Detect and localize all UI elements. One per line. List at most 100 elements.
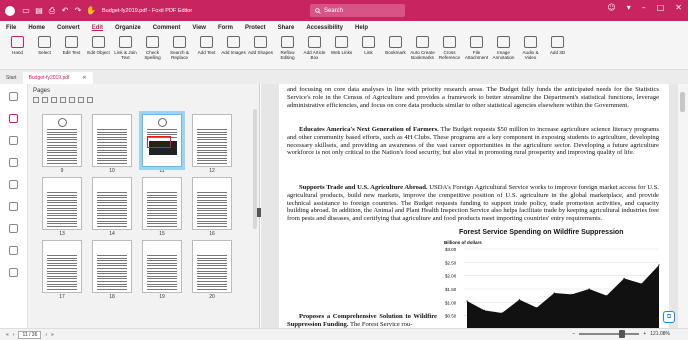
web-links-button[interactable]: Web Links <box>328 34 355 68</box>
select-button[interactable]: Select <box>31 34 58 68</box>
last-page-icon[interactable]: » <box>51 332 54 338</box>
cross-reference-button[interactable]: Cross Reference <box>436 34 463 68</box>
minimize-icon[interactable]: – <box>642 3 646 12</box>
document-view[interactable]: and focusing on core data analyses in li… <box>261 84 678 328</box>
thumbnail-text-line <box>97 210 127 212</box>
edit-text-button[interactable]: Edit Text <box>58 34 85 68</box>
chat-assistant-icon[interactable]: ⧉ <box>663 311 675 323</box>
rotate-right-icon[interactable] <box>69 97 75 103</box>
destinations-icon[interactable] <box>9 268 18 277</box>
comments-icon[interactable] <box>9 136 18 145</box>
add-3d-button[interactable]: Add 3D <box>544 34 571 68</box>
thumbnail-text-line <box>197 155 227 156</box>
tab-start[interactable]: Start <box>0 72 23 84</box>
page-number-field[interactable]: 11 / 36 <box>18 330 42 339</box>
image-annotation-button[interactable]: Image Annotation <box>490 34 517 68</box>
viewport-indicator[interactable] <box>147 136 171 148</box>
next-page-icon[interactable]: › <box>45 332 47 338</box>
insert-page-icon[interactable] <box>42 97 48 103</box>
page-options-icon[interactable] <box>33 97 39 103</box>
menu-file[interactable]: File <box>6 25 16 31</box>
add-images-button[interactable]: Add Images <box>220 34 247 68</box>
ribbon-toggle-icon[interactable]: ▾ <box>627 3 631 12</box>
page-thumbnail-image <box>192 114 232 167</box>
content-icon[interactable] <box>9 246 18 255</box>
menu-accessibility[interactable]: Accessibility <box>306 25 343 31</box>
save-icon[interactable]: ▤ <box>34 6 44 15</box>
zoom-level[interactable]: 121.08% <box>650 331 670 337</box>
delete-page-icon[interactable] <box>51 97 57 103</box>
hand-button[interactable]: Hand <box>4 34 31 68</box>
thumbnail-text-line <box>97 257 127 259</box>
file-attachment-button[interactable]: File Attachment <box>463 34 490 68</box>
document-scroll-thumb[interactable] <box>680 92 685 112</box>
zoom-in-icon[interactable]: + <box>643 331 646 337</box>
seal-icon <box>58 118 67 127</box>
bookmarks-icon[interactable] <box>9 92 18 101</box>
menu-form[interactable]: Form <box>218 25 233 31</box>
replace-page-icon[interactable] <box>87 97 93 103</box>
layers-icon[interactable] <box>9 158 18 167</box>
page-thumbnail[interactable]: 17 <box>42 240 86 300</box>
menu-edit[interactable]: Edit <box>92 25 103 31</box>
menu-share[interactable]: Share <box>278 25 295 31</box>
account-icon[interactable]: ☺ <box>607 3 615 12</box>
hand-tool-icon[interactable]: ✋ <box>86 6 96 15</box>
search-input[interactable]: Search <box>310 4 405 17</box>
link-join-button[interactable]: Link & Join Text <box>112 34 139 68</box>
first-page-icon[interactable]: « <box>6 332 9 338</box>
zoom-out-icon[interactable]: − <box>572 331 575 337</box>
document-scrollbar[interactable] <box>678 84 688 328</box>
page-thumbnail[interactable]: 19 <box>142 240 186 300</box>
security-icon[interactable] <box>9 202 18 211</box>
pages-icon[interactable] <box>9 114 18 123</box>
zoom-slider-knob[interactable] <box>619 330 626 338</box>
rotate-left-icon[interactable] <box>60 97 66 103</box>
menu-protect[interactable]: Protect <box>245 25 266 31</box>
zoom-slider[interactable] <box>579 330 640 338</box>
page-thumbnail[interactable]: 16 <box>192 177 236 237</box>
tab-document[interactable]: Budget-fy2019.pdf ✕ <box>22 72 93 84</box>
page-thumbnail[interactable]: 9 <box>42 114 86 174</box>
open-icon[interactable]: ▭ <box>21 6 31 15</box>
edit-object-button[interactable]: Edit Object <box>85 34 112 68</box>
add-shapes-button[interactable]: Add Shapes <box>247 34 274 68</box>
page-thumbnail[interactable]: 15 <box>142 177 186 237</box>
thumbnail-text-line <box>197 139 227 141</box>
menu-convert[interactable]: Convert <box>57 25 80 31</box>
reflow-button[interactable]: Reflow Editing <box>274 34 301 68</box>
attachments-icon[interactable] <box>9 180 18 189</box>
page-thumbnail[interactable]: 18 <box>92 240 136 300</box>
menu-help[interactable]: Help <box>355 25 368 31</box>
menu-view[interactable]: View <box>192 25 206 31</box>
maximize-icon[interactable]: □ <box>657 3 665 12</box>
menu-home[interactable]: Home <box>28 25 45 31</box>
page-thumbnail[interactable]: 12 <box>192 114 236 174</box>
redo-icon[interactable]: ↷ <box>73 6 83 15</box>
extract-page-icon[interactable] <box>78 97 84 103</box>
prev-page-icon[interactable]: ‹ <box>13 332 15 338</box>
page-thumbnail[interactable]: 20 <box>192 240 236 300</box>
tab-close-icon[interactable]: ✕ <box>82 75 86 81</box>
menu-comment[interactable]: Comment <box>153 25 181 31</box>
thumbnail-text-line <box>197 215 227 217</box>
page-thumbnail[interactable]: 11 <box>139 111 186 174</box>
close-icon[interactable]: ✕ <box>675 3 682 12</box>
menu-organize[interactable]: Organize <box>115 25 141 31</box>
signatures-icon[interactable] <box>9 224 18 233</box>
link-button[interactable]: Link <box>355 34 382 68</box>
article-box-button[interactable]: Add Article Box <box>301 34 328 68</box>
add-text-button[interactable]: Add Text <box>193 34 220 68</box>
bookmark-button[interactable]: Bookmark <box>382 34 409 68</box>
chart-data-point <box>553 292 555 294</box>
thumbnail-text-line <box>47 129 77 130</box>
audio-video-button[interactable]: Audio & Video <box>517 34 544 68</box>
auto-bookmark-button[interactable]: Auto Create Bookmarks <box>409 34 436 68</box>
undo-icon[interactable]: ↶ <box>60 6 70 15</box>
page-thumbnail[interactable]: 10 <box>92 114 136 174</box>
page-thumbnail[interactable]: 14 <box>92 177 136 237</box>
page-thumbnail[interactable]: 13 <box>42 177 86 237</box>
spell-check-button[interactable]: Check Spelling <box>139 34 166 68</box>
search-replace-button[interactable]: Search & Replace <box>166 34 193 68</box>
print-icon[interactable]: ⎙ <box>47 6 57 16</box>
